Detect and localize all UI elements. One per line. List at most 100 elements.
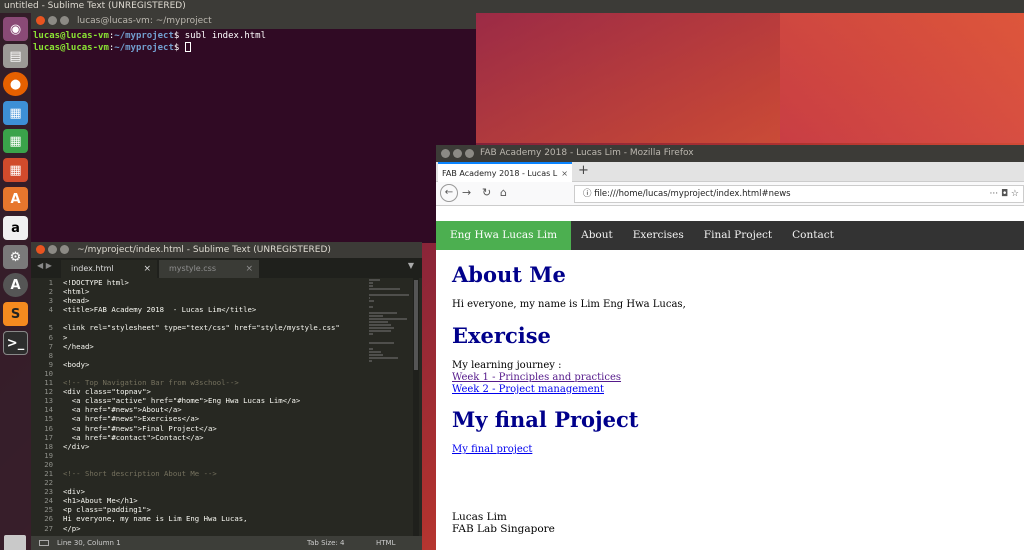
- line-number: 10: [44, 368, 53, 378]
- status-tab-size[interactable]: Tab Size: 4: [307, 536, 344, 550]
- updater-icon[interactable]: A: [3, 273, 28, 297]
- line-number: 5: [48, 323, 53, 333]
- nav-link-home[interactable]: Eng Hwa Lucas Lim: [436, 221, 572, 250]
- nav-link-final-project[interactable]: Final Project: [694, 221, 782, 250]
- line-number: 17: [44, 432, 53, 442]
- code-line: 12 <div class="topnav">: [31, 387, 373, 396]
- files-icon[interactable]: ▤: [3, 44, 28, 68]
- project-heading: My final Project: [452, 407, 639, 432]
- code-editor[interactable]: 1 <!DOCTYPE html> 2 <html> 3 <head> 4 <title>FA…: [31, 278, 373, 536]
- scrollbar-thumb[interactable]: [414, 280, 418, 370]
- code-text: <a href="#news">Exercises</a>: [63, 414, 200, 424]
- code-text: <title>FAB Academy 2018 - Lucas Lim</tit…: [63, 305, 257, 315]
- tab-label: mystyle.css: [169, 264, 216, 273]
- minimap-line: [369, 348, 373, 350]
- maximize-icon[interactable]: [60, 245, 69, 254]
- exercise-link-week-2[interactable]: Week 2 - Project management: [452, 384, 1008, 396]
- chevron-down-icon[interactable]: ▼: [408, 261, 414, 270]
- terminal-output[interactable]: lucas@lucas-vm:~/myproject$ subl index.h…: [31, 29, 476, 56]
- page-viewport: Eng Hwa Lucas Lim About Exercises Final …: [436, 221, 1024, 545]
- trash-icon[interactable]: [4, 535, 26, 550]
- line-number: 6: [48, 332, 53, 342]
- scrollbar[interactable]: [413, 278, 419, 536]
- code-text: <div class="topnav">: [63, 387, 151, 397]
- minimap-line: [369, 300, 374, 302]
- nav-link-contact[interactable]: Contact: [782, 221, 844, 250]
- code-text: <link rel="stylesheet" type="text/css" h…: [63, 323, 340, 333]
- reload-icon[interactable]: ↻: [482, 186, 491, 199]
- maximize-icon[interactable]: [60, 16, 69, 25]
- status-syntax[interactable]: HTML: [376, 536, 395, 550]
- back-icon[interactable]: ←: [440, 184, 458, 202]
- tab-index-html[interactable]: index.html ×: [61, 260, 157, 278]
- code-line: 7 </head>: [31, 342, 373, 351]
- code-line: 17 <a href="#contact">Contact</a>: [31, 433, 373, 442]
- line-number: 22: [44, 478, 53, 488]
- firefox-window[interactable]: FAB Academy 2018 - Lucas Lim - Mozilla F…: [436, 145, 1024, 550]
- maximize-icon[interactable]: [465, 149, 474, 158]
- minimap[interactable]: [367, 278, 411, 362]
- minimap-line: [369, 318, 407, 320]
- code-line: 26 Hi everyone, my name is Lim Eng Hwa Lu…: [31, 514, 373, 523]
- software-center-icon[interactable]: A: [3, 187, 28, 211]
- line-number: 11: [44, 378, 53, 388]
- line-number: 24: [44, 496, 53, 506]
- minimize-icon[interactable]: [48, 16, 57, 25]
- new-tab-icon[interactable]: +: [578, 162, 589, 180]
- page-actions-icon[interactable]: ··· ◘ ☆: [990, 186, 1020, 202]
- top-panel: untitled - Sublime Text (UNREGISTERED): [0, 0, 1024, 13]
- line-number: 15: [44, 414, 53, 424]
- home-icon[interactable]: ⌂: [500, 186, 507, 199]
- amazon-icon[interactable]: a: [3, 216, 28, 240]
- prompt-path: ~/myproject: [114, 31, 174, 41]
- panel-icon[interactable]: [39, 540, 49, 546]
- minimize-icon[interactable]: [453, 149, 462, 158]
- terminal-command: subl index.html: [184, 31, 267, 41]
- close-icon[interactable]: [36, 245, 45, 254]
- browser-tabbar: FAB Academy 2018 - Lucas L × +: [436, 162, 1024, 182]
- settings-icon[interactable]: ⚙: [3, 245, 28, 269]
- firefox-icon[interactable]: ●: [3, 72, 28, 96]
- close-icon[interactable]: [36, 16, 45, 25]
- nav-link-exercises[interactable]: Exercises: [623, 221, 694, 250]
- code-text: <!DOCTYPE html>: [63, 278, 129, 287]
- code-text: <body>: [63, 359, 90, 369]
- close-icon[interactable]: [441, 149, 450, 158]
- terminal-window[interactable]: lucas@lucas-vm: ~/myproject lucas@lucas-…: [31, 13, 476, 243]
- line-number: 25: [44, 505, 53, 515]
- close-icon[interactable]: ×: [245, 260, 253, 278]
- line-number: 26: [44, 514, 53, 524]
- exercise-link-week-1[interactable]: Week 1 - Principles and practices: [452, 372, 1008, 384]
- status-bar: Line 30, Column 1 Tab Size: 4 HTML: [31, 536, 422, 550]
- tab-arrows-icon[interactable]: ◀ ▶: [37, 261, 52, 270]
- writer-icon[interactable]: ▦: [3, 101, 28, 125]
- prompt-user: lucas@lucas-vm: [33, 31, 109, 41]
- code-line: 24 <h1>About Me</h1>: [31, 496, 373, 505]
- forward-icon[interactable]: →: [462, 186, 471, 199]
- impress-icon[interactable]: ▦: [3, 158, 28, 182]
- code-text: <!-- Top Navigation Bar from w3school-->: [63, 378, 239, 388]
- project-link[interactable]: My final project: [452, 444, 1008, 456]
- minimap-line: [369, 294, 409, 296]
- code-text: </div>: [63, 441, 90, 451]
- browser-tab[interactable]: FAB Academy 2018 - Lucas L ×: [438, 162, 572, 182]
- sublime-icon[interactable]: S: [3, 302, 28, 326]
- calc-icon[interactable]: ▦: [3, 129, 28, 153]
- minimize-icon[interactable]: [48, 245, 57, 254]
- close-icon[interactable]: ×: [561, 164, 568, 182]
- firefox-title: FAB Academy 2018 - Lucas Lim - Mozilla F…: [480, 148, 694, 158]
- sublime-window[interactable]: ~/myproject/index.html - Sublime Text (U…: [31, 242, 422, 550]
- code-line: 22: [31, 478, 373, 487]
- nav-link-about[interactable]: About: [571, 221, 623, 250]
- dash-icon[interactable]: ◉: [3, 17, 28, 41]
- tab-mystyle-css[interactable]: mystyle.css ×: [159, 260, 259, 278]
- minimap-line: [369, 321, 388, 323]
- terminal-icon[interactable]: >_: [3, 331, 28, 355]
- code-text: Hi everyone, my name is Lim Eng Hwa Luca…: [63, 514, 248, 524]
- url-bar[interactable]: ⓘ file:///home/lucas/myproject/index.htm…: [574, 185, 1024, 203]
- close-icon[interactable]: ×: [143, 260, 151, 278]
- page-footer: Lucas Lim FAB Lab Singapore: [452, 511, 555, 535]
- status-position: Line 30, Column 1: [57, 539, 121, 547]
- info-icon[interactable]: ⓘ: [583, 189, 592, 199]
- code-line: 13 <a class="active" href="#home">Eng Hw…: [31, 396, 373, 405]
